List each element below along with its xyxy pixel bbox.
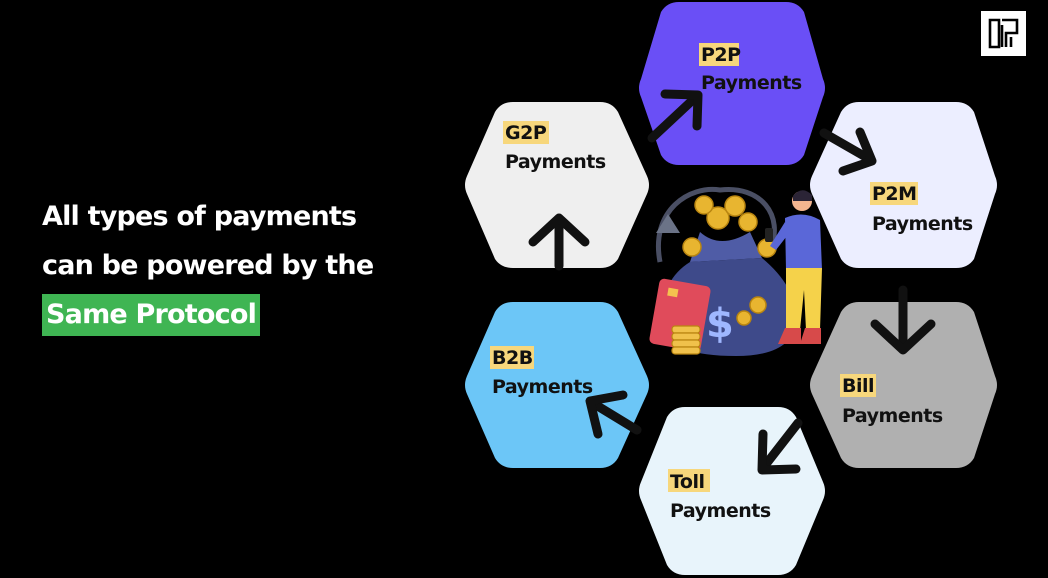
hex-b2b-subtitle: Payments	[492, 376, 593, 398]
hex-toll-title: Toll	[670, 471, 705, 493]
hex-bill-subtitle: Payments	[842, 405, 943, 427]
hex-b2b: B2B Payments	[465, 302, 649, 468]
hex-toll-shape	[639, 407, 825, 575]
coin-stack-icon	[671, 325, 701, 355]
payment-types-diagram: P2P Payments G2P Payments P2M Payments B…	[465, 2, 997, 575]
money-bag-person-illustration: $	[649, 186, 822, 356]
hex-p2p-title: P2P	[701, 44, 741, 66]
small-arrow-icon	[656, 214, 680, 233]
hex-toll: Toll Payments	[639, 407, 825, 575]
hex-g2p-subtitle: Payments	[505, 151, 606, 173]
hex-p2m-subtitle: Payments	[872, 213, 973, 235]
hex-p2p: P2P Payments	[639, 2, 825, 165]
hex-bill-title: Bill	[842, 375, 874, 397]
hex-p2p-subtitle: Payments	[701, 72, 802, 94]
hex-b2b-title: B2B	[492, 347, 533, 369]
hex-p2m-title: P2M	[872, 183, 917, 205]
slide: All types of payments can be powered by …	[0, 0, 1048, 578]
hex-g2p-title: G2P	[505, 122, 547, 144]
hex-toll-subtitle: Payments	[670, 500, 771, 522]
hex-p2m: P2M Payments	[810, 102, 997, 268]
dollar-sign-icon: $	[706, 301, 734, 347]
